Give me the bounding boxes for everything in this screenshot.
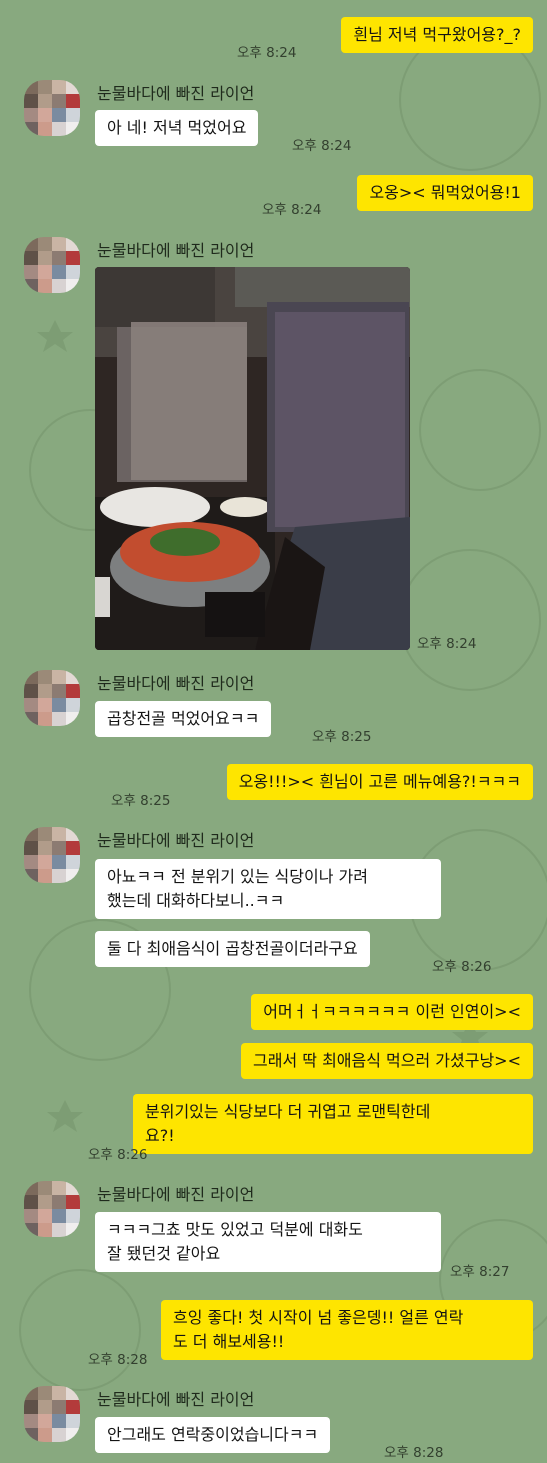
message-time: 오후 8:24: [262, 202, 322, 218]
message-time: 오후 8:24: [417, 636, 477, 652]
avatar[interactable]: [24, 237, 80, 293]
sender-name: 눈물바다에 빠진 라이언: [97, 1185, 255, 1204]
message-bubble-theirs[interactable]: 곱창전골 먹었어요ㅋㅋ: [95, 701, 272, 737]
message-time: 오후 8:24: [237, 45, 297, 61]
shared-photo[interactable]: [95, 267, 410, 650]
sender-name: 눈물바다에 빠진 라이언: [97, 674, 255, 693]
message-time: 오후 8:28: [384, 1445, 444, 1461]
message-time: 오후 8:26: [88, 1147, 148, 1163]
message-bubble-mine[interactable]: 오옹>< 뭐먹었어용!1: [357, 175, 533, 211]
avatar[interactable]: [24, 1386, 80, 1442]
message-time: 오후 8:24: [292, 138, 352, 154]
message-bubble-theirs[interactable]: ㅋㅋㅋ그쵸 맛도 있었고 덕분에 대화도 잘 됐던것 같아요: [95, 1212, 441, 1272]
sender-name: 눈물바다에 빠진 라이언: [97, 831, 255, 850]
message-time: 오후 8:28: [88, 1352, 148, 1368]
sender-name: 눈물바다에 빠진 라이언: [97, 241, 255, 260]
sender-name: 눈물바다에 빠진 라이언: [97, 84, 255, 103]
message-bubble-theirs[interactable]: 둘 다 최애음식이 곱창전골이더라구요: [95, 931, 370, 967]
message-bubble-mine[interactable]: 오옹!!!>< 흰님이 고른 메뉴예용?!ㅋㅋㅋ: [226, 764, 533, 800]
message-bubble-theirs[interactable]: 안그래도 연락중이었습니다ㅋㅋ: [95, 1417, 331, 1453]
message-time: 오후 8:25: [312, 729, 372, 745]
avatar[interactable]: [24, 827, 80, 883]
avatar[interactable]: [24, 80, 80, 136]
message-bubble-theirs[interactable]: 아뇨ㅋㅋ 전 분위기 있는 식당이나 가려 했는데 대화하다보니..ㅋㅋ: [95, 859, 441, 919]
message-bubble-mine[interactable]: 그래서 딱 최애음식 먹으러 가셨구낭><: [241, 1043, 533, 1079]
avatar[interactable]: [24, 1181, 80, 1237]
message-time: 오후 8:26: [432, 959, 492, 975]
avatar[interactable]: [24, 670, 80, 726]
message-bubble-mine[interactable]: 흰님 저녁 먹구왔어용?_?: [341, 17, 533, 53]
message-bubble-mine[interactable]: 흐잉 좋다! 첫 시작이 넘 좋은뎅!! 얼른 연락 도 더 해보세용!!: [161, 1300, 533, 1360]
message-bubble-mine[interactable]: 분위기있는 식당보다 더 귀엽고 로맨틱한데 요?!: [133, 1094, 533, 1154]
message-bubble-theirs[interactable]: 아 네! 저녁 먹었어요: [95, 110, 259, 146]
sender-name: 눈물바다에 빠진 라이언: [97, 1390, 255, 1409]
message-time: 오후 8:27: [450, 1264, 510, 1280]
message-time: 오후 8:25: [111, 793, 171, 809]
photo-image: [95, 267, 410, 650]
message-bubble-mine[interactable]: 어머ㅓㅓㅋㅋㅋㅋㅋㅋ 이런 인연이><: [251, 994, 533, 1030]
